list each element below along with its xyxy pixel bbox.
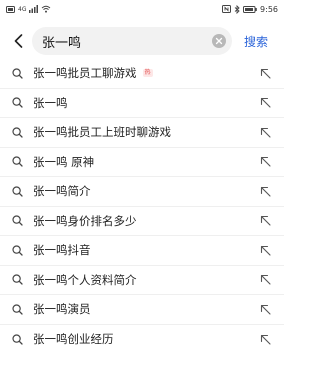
suggestion-item[interactable]: 张一鸣: [0, 89, 284, 118]
arrow-up-left-icon: [260, 304, 271, 315]
hot-badge: 热: [142, 69, 153, 78]
search-header: 搜索: [0, 26, 284, 56]
status-bar: 4G 9:56: [0, 0, 284, 18]
status-left: 4G: [6, 5, 51, 13]
network-label: 4G: [18, 5, 27, 13]
sim-icon: [6, 5, 15, 13]
arrow-up-left-icon: [260, 216, 271, 226]
fill-query-button[interactable]: [258, 184, 272, 198]
suggestion-label: 张一鸣抖音: [33, 243, 91, 258]
fill-query-button[interactable]: [258, 66, 272, 80]
suggestion-label: 张一鸣演员: [33, 302, 91, 317]
suggestion-item[interactable]: 张一鸣批员工上班时聊游戏: [0, 118, 284, 148]
fill-query-button[interactable]: [258, 273, 272, 287]
suggestion-item[interactable]: 张一鸣批员工聊游戏 热: [0, 59, 284, 89]
suggestion-item[interactable]: 张一鸣个人资料简介: [0, 266, 284, 295]
search-icon: [11, 185, 23, 197]
suggestion-item[interactable]: 张一鸣演员: [0, 295, 284, 325]
arrow-up-left-icon: [260, 68, 271, 79]
search-icon: [11, 97, 23, 109]
fill-query-button[interactable]: [258, 125, 272, 139]
back-button[interactable]: [8, 27, 28, 55]
fill-query-button[interactable]: [258, 214, 272, 228]
search-icon: [11, 303, 23, 315]
search-box[interactable]: [32, 27, 232, 55]
search-icon: [11, 67, 23, 79]
clear-button[interactable]: [212, 34, 226, 48]
chevron-left-icon: [14, 34, 22, 48]
arrow-up-left-icon: [260, 186, 271, 197]
suggestion-label: 张一鸣 原神: [33, 154, 95, 169]
suggestion-label: 张一鸣批员工上班时聊游戏: [33, 125, 171, 140]
arrow-up-left-icon: [260, 334, 271, 345]
suggestion-item[interactable]: 张一鸣 原神: [0, 148, 284, 177]
battery-icon: [243, 5, 257, 13]
search-input[interactable]: [42, 33, 212, 49]
search-icon: [11, 244, 23, 256]
arrow-up-left-icon: [260, 157, 271, 167]
suggestion-label: 张一鸣创业经历: [33, 332, 114, 347]
suggestion-label: 张一鸣个人资料简介: [33, 272, 137, 287]
suggestion-label: 张一鸣身价排名多少: [33, 213, 137, 228]
fill-query-button[interactable]: [258, 96, 272, 110]
suggestion-label: 张一鸣批员工聊游戏: [33, 66, 137, 81]
suggestion-list: 张一鸣批员工聊游戏 热 张一鸣 张一鸣批员工上班时聊游戏 张一鸣 原神 张一鸣简…: [0, 59, 284, 354]
suggestion-item[interactable]: 张一鸣抖音: [0, 236, 284, 266]
search-icon: [11, 215, 23, 227]
status-right: 9:56: [222, 4, 278, 14]
wifi-icon: [41, 5, 51, 13]
fill-query-button[interactable]: [258, 302, 272, 316]
suggestion-item[interactable]: 张一鸣简介: [0, 177, 284, 207]
suggestion-label: 张一鸣: [33, 95, 68, 110]
close-icon: [215, 37, 223, 45]
search-icon: [11, 274, 23, 286]
suggestion-item[interactable]: 张一鸣创业经历: [0, 325, 284, 355]
search-icon: [11, 333, 23, 345]
fill-query-button[interactable]: [258, 155, 272, 169]
fill-query-button[interactable]: [258, 332, 272, 346]
search-button[interactable]: 搜索: [244, 33, 268, 50]
search-icon: [11, 156, 23, 168]
nfc-icon: [222, 5, 232, 13]
suggestion-item[interactable]: 张一鸣身价排名多少: [0, 207, 284, 236]
signal-icon: [29, 5, 39, 13]
arrow-up-left-icon: [260, 275, 271, 285]
search-icon: [11, 126, 23, 138]
suggestion-label: 张一鸣简介: [33, 184, 91, 199]
arrow-up-left-icon: [260, 245, 271, 256]
status-time: 9:56: [260, 4, 278, 14]
bluetooth-icon: [234, 4, 240, 14]
fill-query-button[interactable]: [258, 243, 272, 257]
arrow-up-left-icon: [260, 98, 271, 108]
arrow-up-left-icon: [260, 127, 271, 138]
